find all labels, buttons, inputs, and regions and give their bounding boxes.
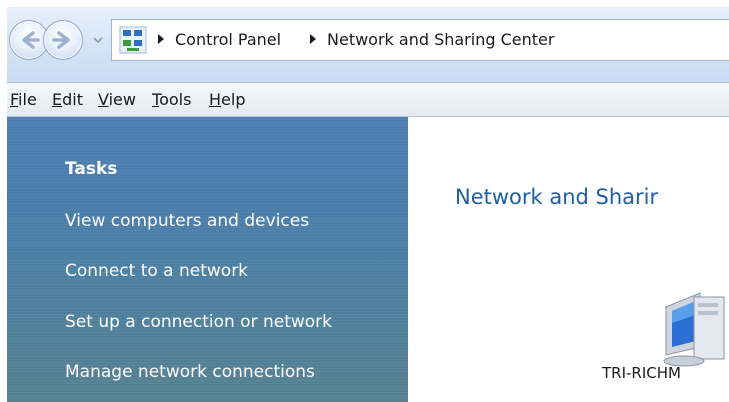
chevron-down-icon (93, 37, 103, 44)
forward-arrow-icon (52, 31, 70, 49)
window: Control Panel Network and Sharing Center… (7, 7, 729, 402)
address-bar: Control Panel Network and Sharing Center (7, 7, 729, 83)
address-field[interactable]: Control Panel Network and Sharing Center (111, 19, 729, 61)
page-title: Network and Sharir (455, 185, 659, 209)
breadcrumb-control-panel[interactable]: Control Panel (175, 28, 281, 52)
tasks-heading: Tasks (65, 159, 118, 179)
task-link-connect-network[interactable]: Connect to a network (65, 259, 248, 283)
task-pane: Tasks View computers and devices Connect… (7, 117, 408, 402)
menu-bar: File Edit View Tools Help (7, 83, 729, 117)
menu-view[interactable]: View (98, 89, 136, 111)
menu-edit[interactable]: Edit (52, 89, 83, 111)
task-link-setup-connection[interactable]: Set up a connection or network (65, 310, 332, 334)
forward-button[interactable] (43, 20, 83, 60)
breadcrumb-separator-icon[interactable] (156, 32, 166, 46)
task-link-view-computers[interactable]: View computers and devices (65, 209, 309, 233)
task-link-manage-connections[interactable]: Manage network connections (65, 360, 315, 384)
breadcrumb-separator-icon[interactable] (308, 32, 318, 46)
control-panel-icon (119, 26, 147, 54)
menu-tools[interactable]: Tools (152, 89, 191, 111)
menu-file[interactable]: File (10, 89, 37, 111)
breadcrumb-network-and-sharing-center[interactable]: Network and Sharing Center (327, 28, 554, 52)
menu-help[interactable]: Help (209, 89, 245, 111)
recent-pages-button[interactable] (91, 32, 105, 46)
computer-name-label[interactable]: TRI-RICHM (602, 362, 681, 384)
main-content: Network and Sharir TRI-RICHM (408, 117, 729, 402)
